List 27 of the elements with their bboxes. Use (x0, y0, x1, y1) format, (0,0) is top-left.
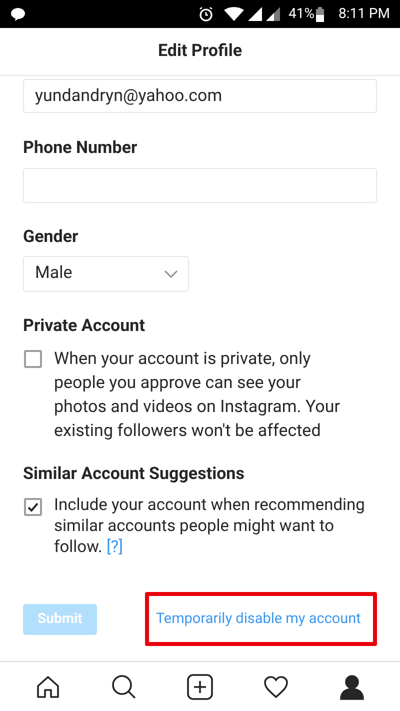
signal-icon (266, 7, 280, 21)
private-account-label: Private Account (23, 315, 146, 338)
phone-field[interactable] (23, 168, 377, 202)
battery-icon (316, 6, 324, 22)
search-tab-icon[interactable] (110, 672, 138, 700)
gender-label: Gender (23, 226, 80, 248)
checkbox[interactable] (24, 498, 42, 516)
add-tab-icon[interactable] (186, 672, 214, 700)
checkbox[interactable] (24, 350, 42, 368)
chat-bubble-icon (10, 6, 26, 22)
suggestions-description: Include your account when recommending similar accounts people might want to follow. [?] (54, 495, 366, 558)
private-account-description: When your account is private, only people you approve can see your photos and videos on Instagram. Your existing followers won't be affected (54, 348, 342, 442)
help-link[interactable]: [?] (106, 538, 123, 557)
checkmark-icon (27, 501, 39, 513)
clock-time: 8:11 PM (338, 4, 390, 24)
disable-account-link[interactable]: Temporarily disable my account (156, 608, 361, 630)
gender-select[interactable]: Male (23, 256, 189, 292)
chevron-down-icon (164, 270, 178, 278)
phone-label: Phone Number (23, 137, 138, 160)
battery-percent: 41% (288, 4, 314, 24)
wifi-icon (224, 7, 244, 21)
alarm-icon (198, 6, 214, 22)
profile-tab-icon[interactable] (338, 672, 366, 700)
signal-icon (248, 7, 262, 21)
suggestions-label: Similar Account Suggestions (23, 462, 246, 486)
page-title: Edit Profile (158, 40, 242, 63)
email-field[interactable]: yundandryn@yahoo.com (23, 79, 377, 113)
